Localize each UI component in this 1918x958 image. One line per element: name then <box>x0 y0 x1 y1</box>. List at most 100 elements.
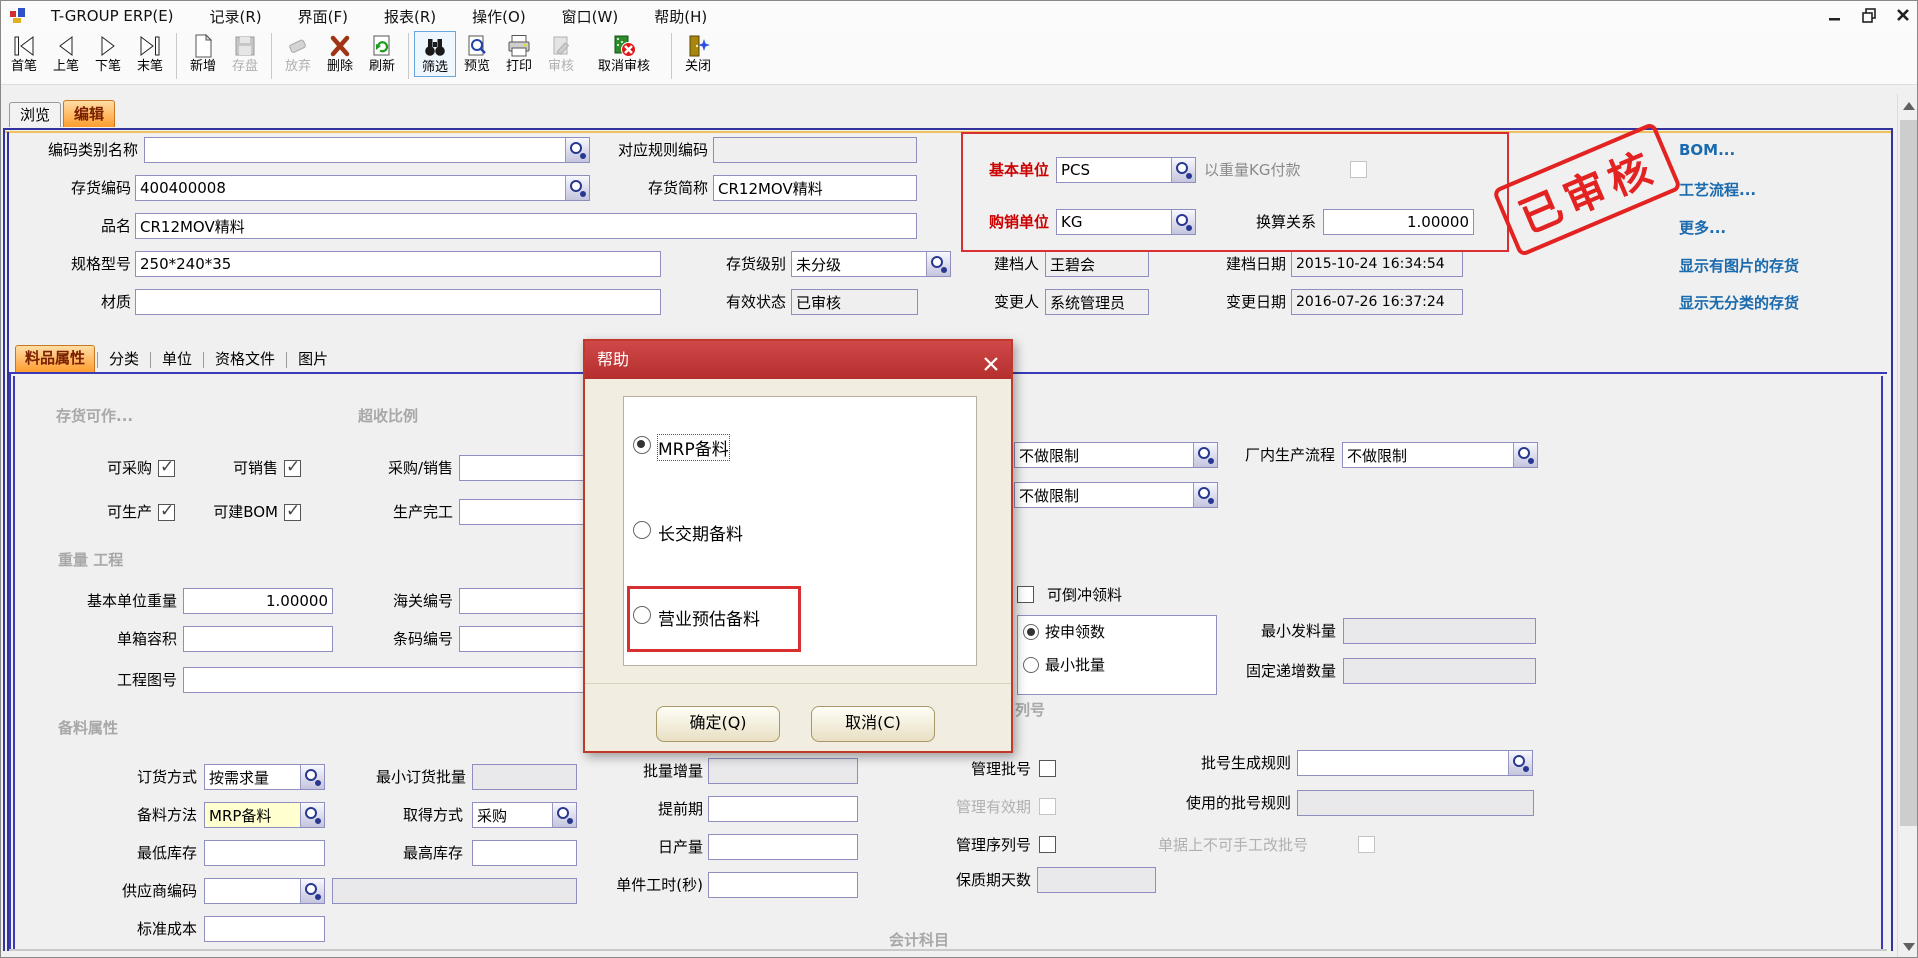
lookup-icon[interactable] <box>926 252 950 276</box>
batch-rule-field[interactable] <box>1297 750 1533 776</box>
manage-expiry-checkbox[interactable] <box>1039 798 1056 815</box>
dialog-titlebar[interactable]: 帮助 <box>585 341 1011 379</box>
show-unclassified-items-link[interactable]: 显示无分类的存货 <box>1679 292 1799 313</box>
tab-classification[interactable]: 分类 <box>100 347 148 372</box>
min-stock-field[interactable] <box>204 840 325 866</box>
rule-code-field[interactable] <box>713 137 917 163</box>
option-mrp-label[interactable]: MRP备料 <box>658 435 729 460</box>
ok-button[interactable]: 确定(Q) <box>656 706 780 742</box>
can-produce-checkbox[interactable] <box>158 504 175 521</box>
toolbar-refresh-button[interactable]: 刷新 <box>361 31 403 75</box>
cat-name-field[interactable] <box>144 137 590 163</box>
can-sell-checkbox[interactable] <box>284 460 301 477</box>
tab-browse[interactable]: 浏览 <box>9 102 61 127</box>
material-field[interactable] <box>135 289 661 315</box>
scroll-up-button[interactable] <box>1898 94 1918 118</box>
menu-item-interface[interactable]: 界面(F) <box>288 3 358 30</box>
lookup-icon[interactable] <box>1513 443 1537 467</box>
can-bom-checkbox[interactable] <box>284 504 301 521</box>
fixed-increment-field[interactable] <box>1343 658 1536 684</box>
toolbar-print-button[interactable]: 打印 <box>498 31 540 75</box>
restriction-field-1[interactable]: 不做限制 <box>1014 442 1218 468</box>
menu-item-reports[interactable]: 报表(R) <box>374 3 446 30</box>
base-unit-field[interactable]: PCS <box>1056 157 1196 183</box>
no-manual-batch-checkbox[interactable] <box>1358 836 1375 853</box>
tab-qualification-files[interactable]: 资格文件 <box>206 347 284 372</box>
lookup-icon[interactable] <box>1171 210 1195 234</box>
toolbar-delete-button[interactable]: 删除 <box>319 31 361 75</box>
scroll-down-button[interactable] <box>1898 935 1918 958</box>
tab-pictures[interactable]: 图片 <box>289 347 337 372</box>
toolbar-save-button[interactable]: 存盘 <box>224 31 266 75</box>
toolbar-new-button[interactable]: 新增 <box>182 31 224 75</box>
lookup-icon[interactable] <box>300 879 324 903</box>
daily-output-field[interactable] <box>708 834 858 860</box>
inv-level-field[interactable]: 未分级 <box>791 251 951 277</box>
close-window-button[interactable] <box>1893 5 1913 25</box>
factory-flow-field[interactable]: 不做限制 <box>1342 442 1538 468</box>
can-purchase-checkbox[interactable] <box>158 460 175 477</box>
toolbar-close-button[interactable]: 关闭 <box>677 31 719 75</box>
shelf-days-field[interactable] <box>1037 867 1156 893</box>
used-batch-rule-field[interactable] <box>1297 790 1534 816</box>
more-link[interactable]: 更多... <box>1679 217 1726 238</box>
unit-time-field[interactable] <box>708 872 858 898</box>
lookup-icon[interactable] <box>552 803 576 827</box>
toolbar-last-button[interactable]: 末笔 <box>129 31 171 75</box>
menu-item-app[interactable]: T-GROUP ERP(E) <box>41 4 184 28</box>
lookup-icon[interactable] <box>300 803 324 827</box>
option-long-lead-label[interactable]: 长交期备料 <box>658 520 743 545</box>
backflush-checkbox[interactable] <box>1017 586 1034 603</box>
toolbar-prev-button[interactable]: 上笔 <box>45 31 87 75</box>
inv-code-field[interactable]: 400400008 <box>135 175 590 201</box>
min-issue-field[interactable] <box>1343 618 1536 644</box>
prep-method-field[interactable]: MRP备料 <box>204 802 325 828</box>
box-volume-field[interactable] <box>183 626 333 652</box>
lookup-icon[interactable] <box>300 765 324 789</box>
tab-units[interactable]: 单位 <box>153 347 201 372</box>
option-mrp-radio[interactable] <box>633 436 651 454</box>
toolbar-preview-button[interactable]: 预览 <box>456 31 498 75</box>
min-order-field[interactable] <box>472 764 577 790</box>
menu-item-records[interactable]: 记录(R) <box>200 3 272 30</box>
process-flow-link[interactable]: 工艺流程... <box>1679 179 1756 200</box>
toolbar-audit-button[interactable]: 审核 <box>540 31 582 75</box>
lead-time-field[interactable] <box>708 796 858 822</box>
max-stock-field[interactable] <box>472 840 577 866</box>
toolbar-cancel-audit-button[interactable]: 取消审核 <box>582 31 666 75</box>
inv-abbr-field[interactable]: CR12MOV精料 <box>713 175 917 201</box>
issue-by-min-batch-radio[interactable] <box>1023 657 1039 673</box>
conv-field[interactable]: 1.00000 <box>1323 209 1474 235</box>
show-items-with-image-link[interactable]: 显示有图片的存货 <box>1679 255 1799 276</box>
cancel-button[interactable]: 取消(C) <box>811 706 935 742</box>
acquire-mode-field[interactable]: 采购 <box>472 802 577 828</box>
tab-item-attributes[interactable]: 料品属性 <box>15 345 95 372</box>
toolbar-first-button[interactable]: 首笔 <box>3 31 45 75</box>
menu-item-operations[interactable]: 操作(O) <box>462 3 536 30</box>
menu-item-help[interactable]: 帮助(H) <box>644 3 717 30</box>
option-long-lead-radio[interactable] <box>633 521 651 539</box>
tab-edit[interactable]: 编辑 <box>63 100 115 127</box>
base-weight-field[interactable]: 1.00000 <box>183 588 333 614</box>
lookup-icon[interactable] <box>1171 158 1195 182</box>
pay-by-kg-checkbox[interactable] <box>1350 161 1367 178</box>
lookup-icon[interactable] <box>1508 751 1532 775</box>
manage-serial-checkbox[interactable] <box>1039 836 1056 853</box>
toolbar-next-button[interactable]: 下笔 <box>87 31 129 75</box>
spec-field[interactable]: 250*240*35 <box>135 251 661 277</box>
menu-item-window[interactable]: 窗口(W) <box>552 3 629 30</box>
toolbar-abandon-button[interactable]: 放弃 <box>277 31 319 75</box>
batch-increment-field[interactable] <box>708 758 858 784</box>
issue-by-request-radio[interactable] <box>1023 624 1039 640</box>
std-cost-field[interactable] <box>204 916 325 942</box>
scrollbar-thumb[interactable] <box>1900 120 1918 826</box>
minimize-button[interactable] <box>1825 5 1845 25</box>
toolbar-filter-button[interactable]: 筛选 <box>414 31 456 77</box>
restriction-field-2[interactable]: 不做限制 <box>1014 482 1218 508</box>
item-name-field[interactable]: CR12MOV精料 <box>135 213 917 239</box>
dialog-close-icon[interactable] <box>981 350 1001 370</box>
order-mode-field[interactable]: 按需求量 <box>204 764 325 790</box>
manage-batch-checkbox[interactable] <box>1039 760 1056 777</box>
restore-button[interactable] <box>1859 5 1879 25</box>
lookup-icon[interactable] <box>1193 443 1217 467</box>
